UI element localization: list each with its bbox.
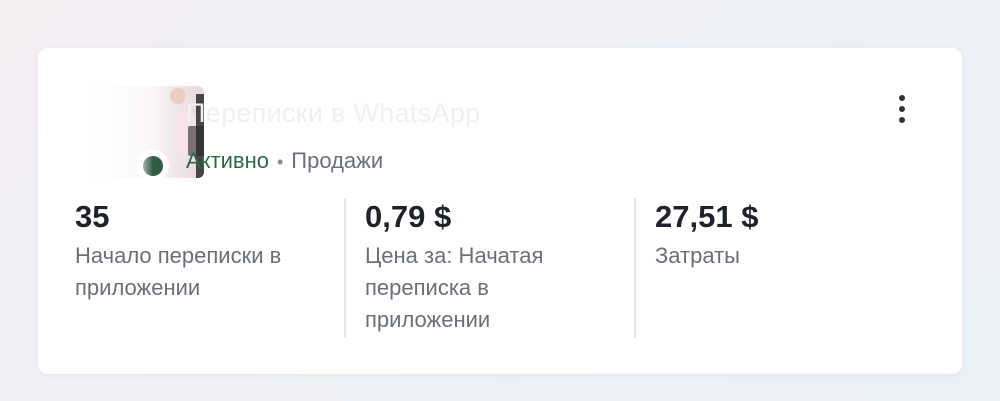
metric-label: Затраты [655,243,740,268]
metric-cost-per-result: 0,79 $ Цена за: Начатая переписка в прил… [365,198,615,336]
objective-label: Продажи [291,148,384,173]
separator: • [276,152,284,172]
metric-value: 0,79 $ [365,199,452,234]
thumbnail-detail [170,88,186,104]
more-vertical-icon [899,106,905,112]
metric-label: Начало переписки в приложении [75,243,282,300]
metric-label: Цена за: Начатая переписка в приложении [365,243,544,332]
more-vertical-icon [899,95,905,101]
more-vertical-icon [899,117,905,123]
more-options-button[interactable] [888,92,916,128]
status-dot-icon [143,156,163,176]
status-label: Активно [186,148,269,173]
metric-value: 35 [75,199,110,234]
divider [634,198,636,338]
status-indicator [137,150,169,182]
metric-value: 27,51 $ [655,199,759,234]
ad-card[interactable]: Переписки в WhatsApp Активно • Продажи 35 … [38,48,962,374]
divider [344,198,346,338]
metric-results: 35 Начало переписки в приложении [75,198,325,304]
ad-status-line: Активно • Продажи [186,148,383,174]
metric-amount-spent: 27,51 $ Затраты [655,198,905,272]
ad-title[interactable]: Переписки в WhatsApp [186,98,480,129]
